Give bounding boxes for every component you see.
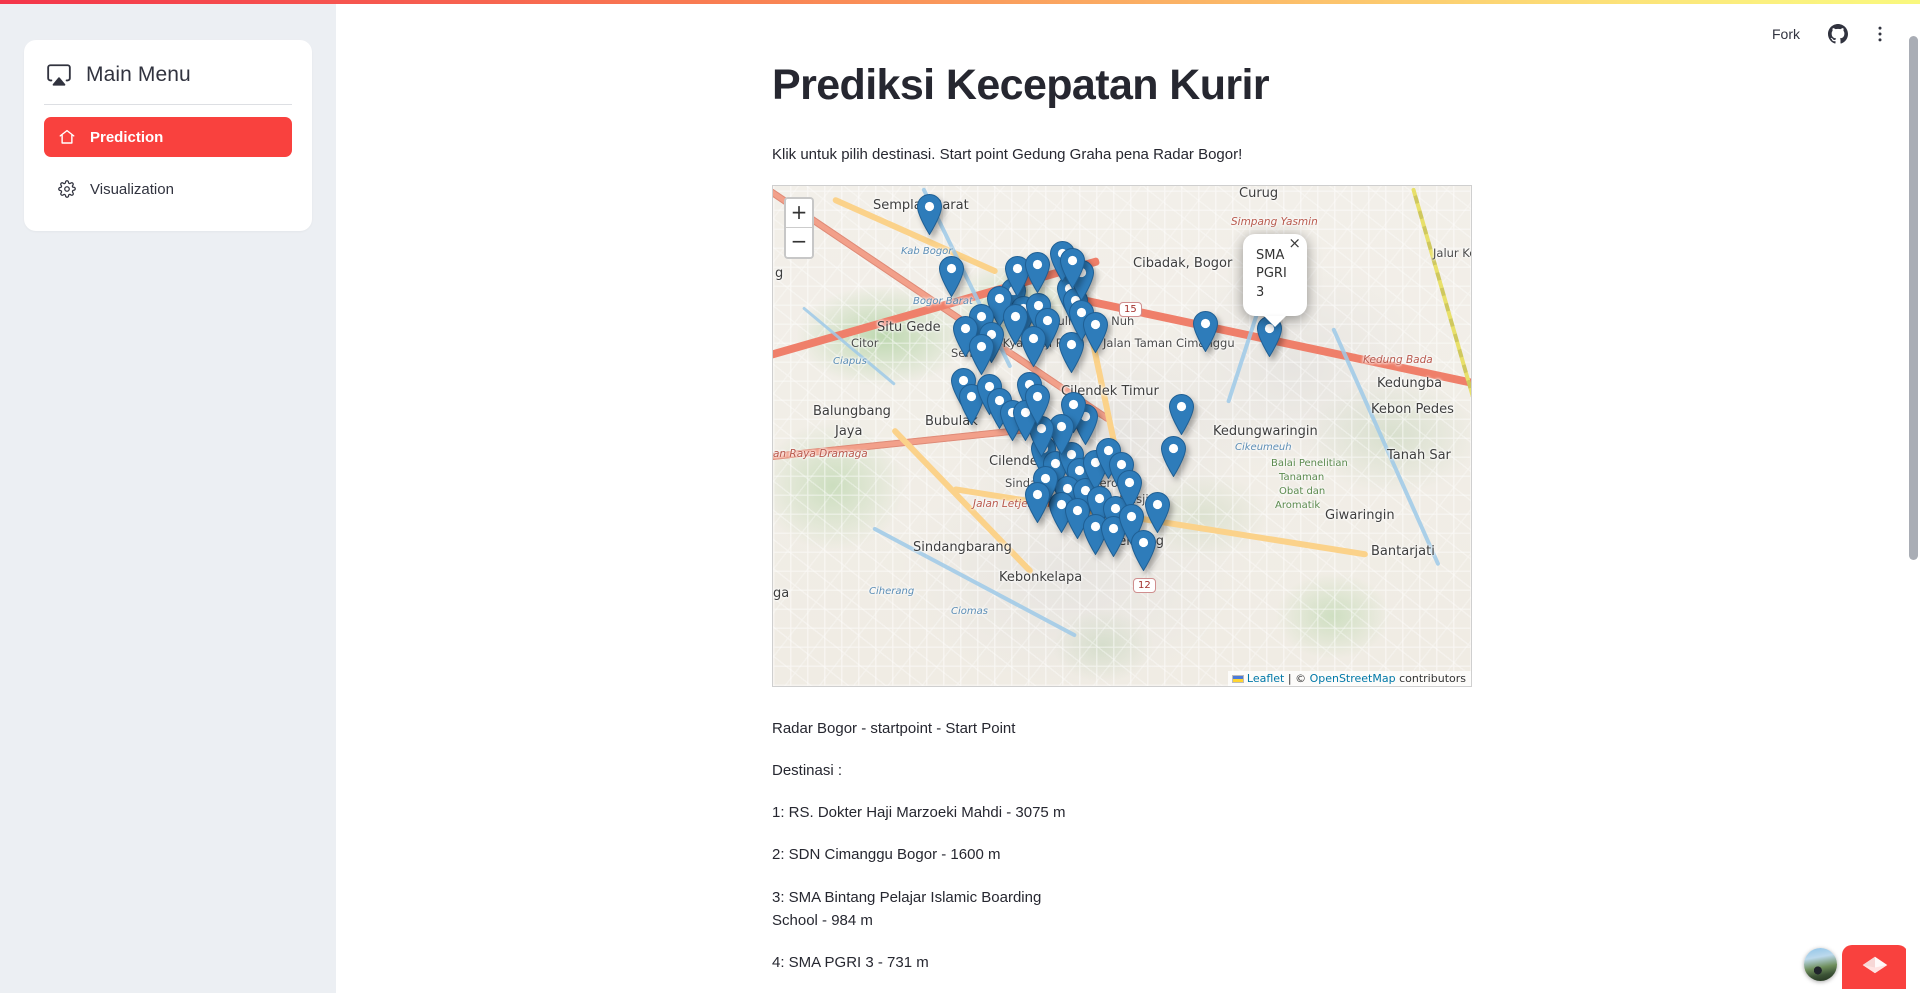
- sidebar-item-label: Visualization: [90, 180, 174, 198]
- main-menu-header: Main Menu: [44, 58, 292, 105]
- start-point-line: Radar Bogor - startpoint - Start Point: [772, 719, 1016, 737]
- sidebar-item-label: Prediction: [90, 128, 164, 146]
- map-route-shield: 12: [1133, 577, 1156, 593]
- zoom-out-button[interactable]: −: [786, 227, 812, 257]
- main-menu-card: Main Menu Prediction Visualization: [24, 40, 312, 231]
- map-marker[interactable]: [1083, 311, 1108, 353]
- scrollbar-thumb[interactable]: [1909, 36, 1918, 560]
- destination-item: 3: SMA Bintang Pelajar Islamic Boarding …: [772, 888, 1042, 929]
- destination-item: 2: SDN Cimanggu Bogor - 1600 m: [772, 846, 1001, 864]
- map-popup[interactable]: × SMA PGRI 3: [1243, 233, 1307, 317]
- main-content: Prediksi Kecepatan Kurir Klik untuk pili…: [336, 4, 1920, 993]
- openstreetmap-link[interactable]: OpenStreetMap: [1310, 672, 1396, 685]
- copyright-symbol: ©: [1295, 671, 1307, 685]
- main-menu-title: Main Menu: [86, 63, 191, 86]
- map-marker[interactable]: [1025, 481, 1050, 523]
- page-title: Prediksi Kecepatan Kurir: [772, 61, 1270, 109]
- gear-icon: [58, 180, 76, 198]
- map-marker[interactable]: [1161, 435, 1186, 477]
- leaflet-flag-icon: [1231, 674, 1244, 683]
- attribution-contributors: contributors: [1399, 671, 1466, 685]
- map-marker[interactable]: [939, 255, 964, 297]
- popup-text: SMA PGRI 3: [1256, 247, 1287, 301]
- home-icon: [58, 128, 76, 146]
- map-marker[interactable]: [1131, 529, 1156, 571]
- destination-item: 1: RS. Dokter Haji Marzoeki Mahdi - 3075…: [772, 804, 1066, 822]
- map-marker[interactable]: [1169, 393, 1194, 435]
- leaflet-map[interactable]: Semplak Barat Curug Simpang Yasmin Cibadak,…: [772, 184, 1472, 687]
- map-marker[interactable]: [917, 193, 942, 235]
- map-marker[interactable]: [1060, 247, 1085, 289]
- zoom-in-button[interactable]: +: [786, 198, 812, 228]
- three-dots-vertical-icon[interactable]: [1870, 24, 1890, 44]
- fork-button[interactable]: Fork: [1766, 22, 1806, 46]
- map-zoom-controls[interactable]: + −: [784, 196, 814, 259]
- paper-boat-icon: [1860, 954, 1890, 981]
- attribution-separator: |: [1287, 671, 1292, 685]
- avatar[interactable]: [1804, 948, 1837, 981]
- popup-close-icon[interactable]: ×: [1288, 235, 1301, 251]
- github-icon[interactable]: [1828, 24, 1848, 44]
- map-marker[interactable]: [1145, 491, 1170, 533]
- results-section: Radar Bogor - startpoint - Start Point D…: [772, 717, 1472, 975]
- sidebar: Main Menu Prediction Visualization: [0, 4, 336, 993]
- map-marker[interactable]: [1193, 310, 1218, 352]
- map-attribution: Leaflet | © OpenStreetMap contributors: [1227, 670, 1471, 686]
- deploy-button[interactable]: [1842, 945, 1908, 989]
- map-marker[interactable]: [1025, 383, 1050, 425]
- map-marker[interactable]: [1021, 325, 1046, 367]
- airplay-cast-icon: [46, 62, 72, 88]
- topbar: Fork: [1300, 4, 1920, 64]
- sidebar-item-prediction[interactable]: Prediction: [44, 117, 292, 157]
- leaflet-link[interactable]: Leaflet: [1247, 672, 1284, 685]
- sidebar-item-visualization[interactable]: Visualization: [44, 169, 292, 209]
- page-subtitle: Klik untuk pilih destinasi. Start point …: [772, 145, 1243, 163]
- map-marker[interactable]: [1025, 251, 1050, 293]
- map-route-shield: 15: [1119, 301, 1142, 317]
- destinations-header: Destinasi :: [772, 761, 843, 779]
- destination-item: 4: SMA PGRI 3 - 731 m: [772, 954, 929, 972]
- top-accent-bar: [0, 0, 1920, 4]
